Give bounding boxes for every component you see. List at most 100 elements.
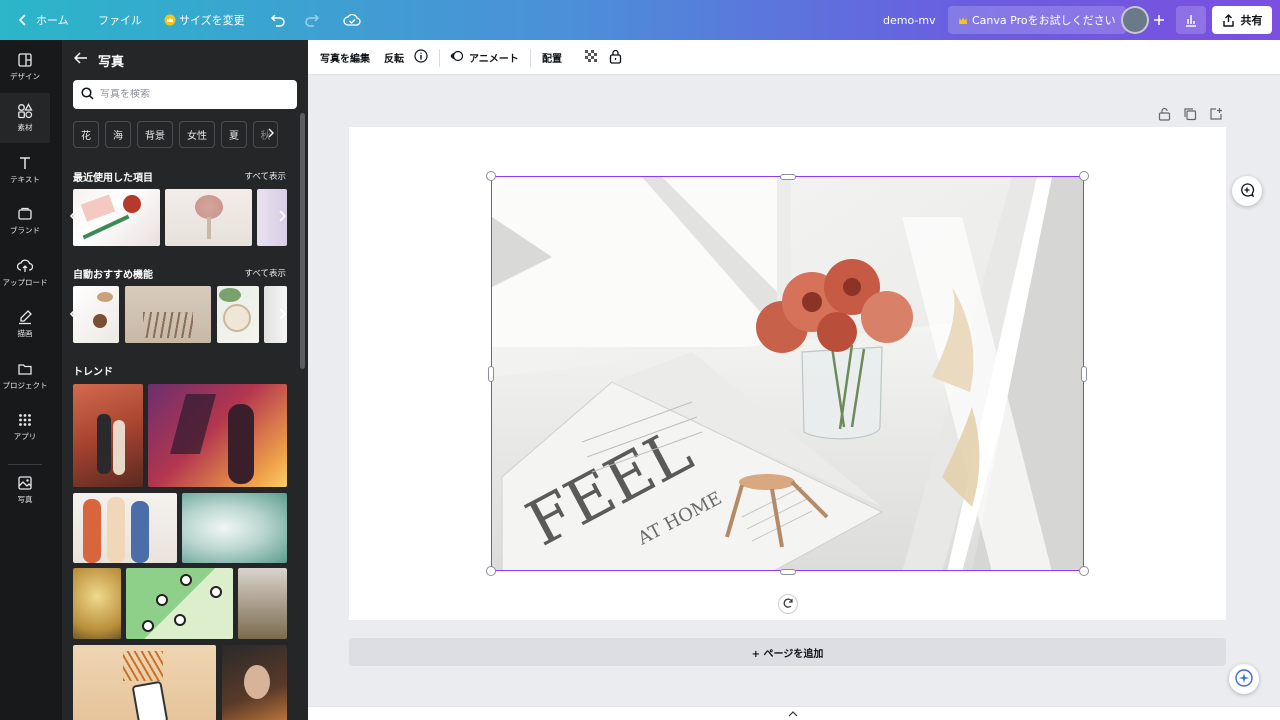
trend-thumb-4[interactable] bbox=[182, 493, 287, 563]
brand-icon bbox=[18, 207, 32, 220]
trend-thumb-9[interactable] bbox=[222, 645, 287, 720]
duplicate-page-button[interactable] bbox=[1183, 107, 1197, 121]
lock-button[interactable] bbox=[609, 40, 622, 75]
share-label: 共有 bbox=[1240, 14, 1263, 27]
trend-thumb-6[interactable] bbox=[126, 568, 233, 639]
toolbar-divider bbox=[530, 49, 531, 67]
carousel-prev-icon[interactable] bbox=[69, 308, 78, 323]
chip-background[interactable]: 背景 bbox=[137, 121, 173, 148]
chip-woman[interactable]: 女性 bbox=[179, 121, 215, 148]
trend-thumb-7[interactable] bbox=[238, 568, 287, 639]
chip-flower[interactable]: 花 bbox=[73, 121, 99, 148]
trend-thumb-3[interactable] bbox=[73, 493, 177, 563]
sidebar-item-label: ブランド bbox=[10, 226, 40, 235]
search-icon bbox=[81, 86, 94, 103]
recent-see-all-link[interactable]: すべて表示 bbox=[244, 170, 286, 182]
transparency-icon bbox=[584, 49, 598, 66]
search-input[interactable] bbox=[100, 89, 280, 100]
resize-handle-top[interactable] bbox=[780, 174, 796, 180]
back-arrow-icon[interactable] bbox=[73, 52, 88, 68]
chevron-up-icon[interactable] bbox=[788, 707, 798, 720]
sidebar-item-label: 素材 bbox=[17, 123, 33, 132]
trend-thumb-5[interactable] bbox=[73, 568, 121, 639]
trend-thumb-2[interactable] bbox=[148, 384, 287, 487]
edit-photo-button[interactable]: 写真を編集 bbox=[320, 40, 370, 75]
undo-button[interactable] bbox=[270, 0, 286, 40]
file-menu-button[interactable]: ファイル bbox=[98, 0, 142, 40]
rotate-icon bbox=[782, 597, 794, 612]
info-button[interactable] bbox=[414, 40, 428, 75]
invite-button[interactable] bbox=[1147, 6, 1171, 34]
cloud-save-status[interactable] bbox=[343, 0, 361, 40]
add-page-icon-button[interactable] bbox=[1209, 107, 1223, 121]
selected-photo[interactable]: FEEL AT HOME bbox=[491, 176, 1084, 571]
sidebar-item-design[interactable]: デザイン bbox=[0, 42, 50, 92]
resize-handle-bottom[interactable] bbox=[780, 569, 796, 575]
home-button[interactable]: ホーム bbox=[18, 0, 69, 40]
resize-handle-top-left[interactable] bbox=[486, 171, 496, 181]
photo-search-field[interactable] bbox=[73, 80, 297, 109]
carousel-next-icon[interactable] bbox=[278, 308, 287, 323]
document-title[interactable]: demo-mv bbox=[883, 0, 936, 40]
comment-button[interactable] bbox=[1232, 176, 1262, 206]
sidebar-item-apps[interactable]: アプリ bbox=[0, 402, 50, 452]
upload-icon bbox=[17, 259, 33, 272]
transparency-button[interactable] bbox=[584, 40, 598, 75]
insights-button[interactable] bbox=[1176, 6, 1206, 34]
resize-handle-bottom-left[interactable] bbox=[486, 566, 496, 576]
recent-section-title: 最近使用した項目 bbox=[73, 173, 153, 184]
sidebar-item-upload[interactable]: アップロード bbox=[0, 248, 50, 298]
crown-icon bbox=[958, 16, 968, 25]
chip-summer[interactable]: 夏 bbox=[221, 121, 247, 148]
sidebar-item-label: デザイン bbox=[10, 72, 40, 81]
auto-see-all-link[interactable]: すべて表示 bbox=[244, 267, 286, 279]
avatar[interactable] bbox=[1121, 6, 1149, 34]
share-button[interactable]: 共有 bbox=[1212, 6, 1272, 34]
thumb-detail bbox=[107, 497, 125, 563]
edit-photo-label: 写真を編集 bbox=[320, 54, 370, 65]
position-button[interactable]: 配置 bbox=[542, 40, 562, 75]
sidebar-item-brand[interactable]: ブランド bbox=[0, 196, 50, 246]
chevron-left-icon bbox=[18, 14, 28, 26]
recent-thumb-1[interactable] bbox=[73, 189, 160, 246]
try-pro-button[interactable]: Canva Proをお試しください bbox=[948, 6, 1126, 34]
flip-button[interactable]: 反転 bbox=[384, 40, 404, 75]
resize-button[interactable]: サイズを変更 bbox=[164, 0, 245, 40]
resize-handle-right[interactable] bbox=[1081, 366, 1087, 382]
resize-handle-bottom-right[interactable] bbox=[1079, 566, 1089, 576]
sidebar-item-draw[interactable]: 描画 bbox=[0, 299, 50, 349]
sidebar-item-projects[interactable]: プロジェクト bbox=[0, 351, 50, 401]
auto-thumb-1[interactable] bbox=[73, 286, 119, 343]
lock-page-button[interactable] bbox=[1158, 107, 1172, 121]
resize-handle-left[interactable] bbox=[488, 366, 494, 382]
photo-illustration: FEEL AT HOME bbox=[492, 177, 1083, 570]
auto-thumb-3[interactable] bbox=[217, 286, 259, 343]
chip-autumn[interactable]: 秋 bbox=[253, 121, 278, 148]
thumb-detail bbox=[169, 394, 217, 454]
panel-title: 写真 bbox=[98, 54, 125, 70]
resize-handle-top-right[interactable] bbox=[1079, 171, 1089, 181]
thumb-detail bbox=[228, 404, 254, 484]
animate-button[interactable]: アニメート bbox=[450, 40, 519, 75]
left-sidebar: デザイン 素材 テキスト ブランド アップロード 描画 プロジェクト アプリ 写… bbox=[0, 40, 62, 720]
recent-thumb-2[interactable] bbox=[165, 189, 252, 246]
magic-assistant-button[interactable] bbox=[1229, 664, 1259, 694]
context-toolbar: 写真を編集 反転 アニメート 配置 bbox=[308, 40, 1280, 75]
auto-thumb-2[interactable] bbox=[125, 286, 211, 343]
sidebar-item-text[interactable]: テキスト bbox=[0, 145, 50, 195]
add-page-button[interactable]: + ページを追加 bbox=[349, 638, 1226, 666]
carousel-next-icon[interactable] bbox=[278, 210, 287, 225]
thumb-detail bbox=[195, 195, 223, 219]
rotate-button[interactable] bbox=[778, 594, 798, 614]
chip-sea[interactable]: 海 bbox=[105, 121, 131, 148]
thumb-detail bbox=[210, 586, 222, 598]
lock-icon bbox=[609, 49, 622, 67]
photo-icon bbox=[18, 476, 32, 490]
sidebar-item-photos[interactable]: 写真 bbox=[0, 465, 50, 515]
carousel-prev-icon[interactable] bbox=[69, 210, 78, 225]
sidebar-item-elements[interactable]: 素材 bbox=[0, 93, 50, 143]
trend-thumb-1[interactable] bbox=[73, 384, 143, 487]
panel-scrollbar[interactable] bbox=[300, 113, 305, 369]
trend-thumb-8[interactable] bbox=[73, 645, 216, 720]
redo-button[interactable] bbox=[304, 0, 320, 40]
